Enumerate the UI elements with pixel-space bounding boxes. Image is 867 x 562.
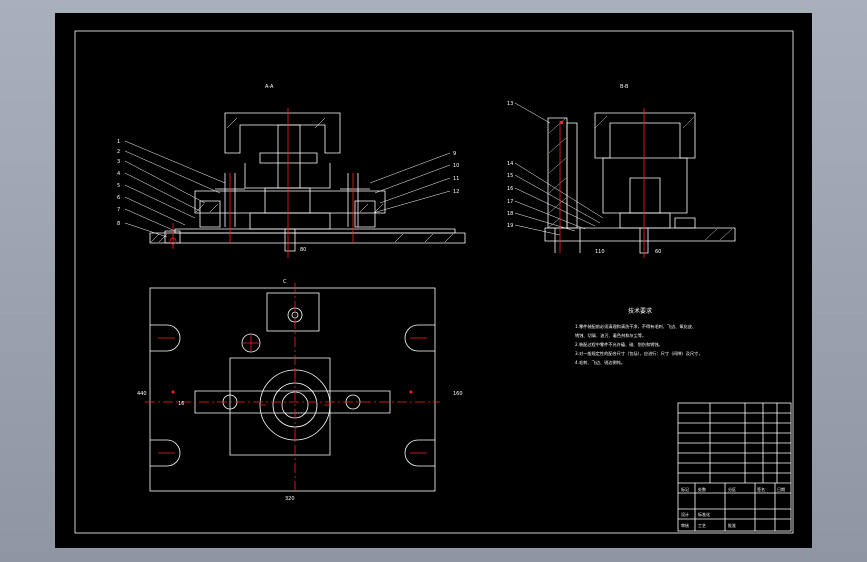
red-marks <box>171 121 563 394</box>
tb-bottom-0: 审核 <box>681 522 689 528</box>
dim-plan-width: 320 <box>285 496 295 502</box>
callout: 12 <box>453 189 459 195</box>
cad-viewport[interactable]: A-A B-B C 80 110 60 440 320 160 16 技术要求 … <box>0 0 867 562</box>
front-section-view <box>149 112 466 252</box>
front-view-label: A-A <box>265 84 274 90</box>
tb-bottom-2: 批准 <box>728 522 736 528</box>
side-section-view <box>544 112 736 254</box>
title-block <box>677 402 792 532</box>
tech-req-line-1: 1.零件装配前必须清理和清洗干净，不得有毛刺、飞边、氧化皮、 <box>575 323 696 330</box>
dim-plan-side: 160 <box>453 391 463 397</box>
dim-plan-center: 16 <box>178 401 184 407</box>
callout: 1 <box>117 139 120 145</box>
side-view-label: B-B <box>620 84 629 90</box>
tb-header-1: 处数 <box>698 486 706 492</box>
callout: 17 <box>507 199 513 205</box>
callout: 18 <box>507 211 513 217</box>
callout: 8 <box>117 221 120 227</box>
callout: 6 <box>117 195 120 201</box>
tech-req-line-5: 4.毛刺、飞边、锐边倒钝。 <box>575 359 625 366</box>
tech-req-title: 技术要求 <box>628 307 652 315</box>
center-lines <box>145 108 645 493</box>
drawing-sheet[interactable]: A-A B-B C 80 110 60 440 320 160 16 技术要求 … <box>55 13 812 548</box>
callout: 7 <box>117 207 120 213</box>
drawing-border <box>74 30 794 534</box>
callout: 13 <box>507 101 513 107</box>
tb-sign-0: 设计 <box>681 511 689 517</box>
callout: 14 <box>507 161 513 167</box>
callout: 16 <box>507 186 513 192</box>
side-leaders <box>514 102 604 236</box>
front-left-leaders <box>124 140 226 238</box>
tb-header-2: 分区 <box>728 486 736 492</box>
dim-front-width: 80 <box>300 247 306 253</box>
tech-req-line-4: 3.对一般规定性的配合尺寸（包括），应进行：尺寸（间隙）及尺寸， <box>575 350 703 357</box>
tech-req-line-3: 2.装配过程中零件不允许磕、碰、划伤和锈蚀。 <box>575 341 663 348</box>
callout: 2 <box>117 149 120 155</box>
tb-bottom-1: 工艺 <box>698 523 706 528</box>
callout: 11 <box>453 176 459 182</box>
callout: 19 <box>507 223 513 229</box>
front-hatch <box>150 117 454 243</box>
tb-header-4: 签名 <box>757 486 765 492</box>
tb-header-5: 日期 <box>777 486 785 492</box>
plan-view <box>149 287 436 492</box>
dim-plan-height: 440 <box>137 391 147 397</box>
plan-view-label: C <box>283 279 287 285</box>
dim-side-a: 110 <box>595 249 605 255</box>
front-right-leaders <box>369 152 451 214</box>
callout: 3 <box>117 159 120 165</box>
callout: 9 <box>453 151 456 157</box>
tb-sign-1: 标准化 <box>698 511 710 517</box>
dim-side-b: 60 <box>655 249 661 255</box>
callout: 5 <box>117 183 120 189</box>
callout: 10 <box>453 163 459 169</box>
callout: 4 <box>117 171 120 177</box>
tb-header-0: 标记 <box>681 486 689 492</box>
cad-drawing: A-A B-B C 80 110 60 440 320 160 16 技术要求 … <box>74 30 794 534</box>
tech-req-line-2: 锈蚀、切屑、油污、着色剂和灰尘等。 <box>575 332 646 339</box>
callout: 15 <box>507 173 513 179</box>
